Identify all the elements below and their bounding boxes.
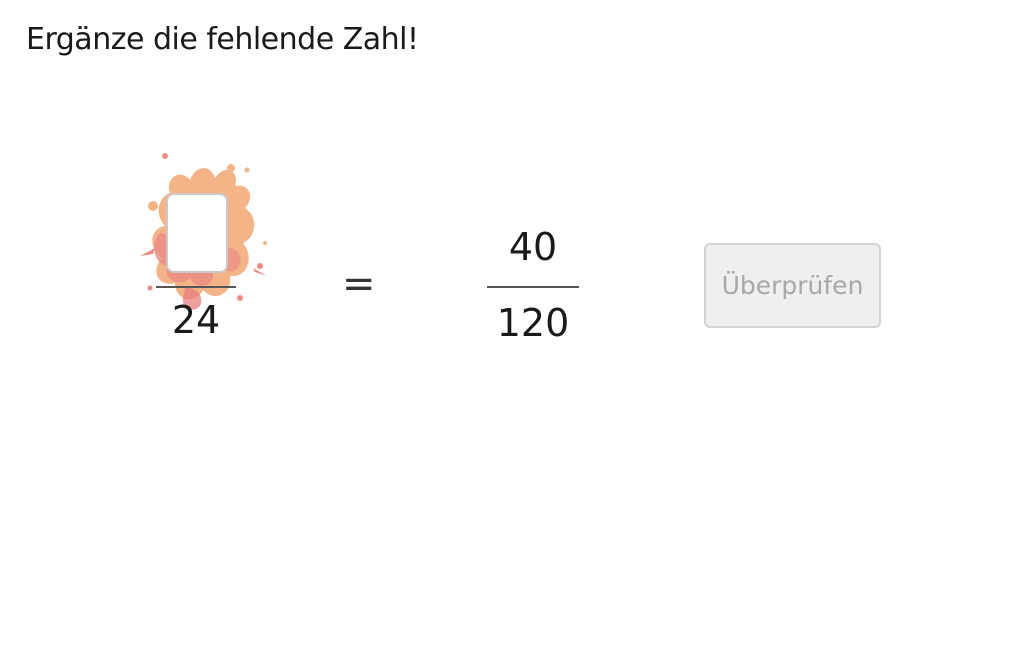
check-button[interactable]: Überprüfen: [704, 243, 881, 328]
right-fraction-bar: [487, 286, 579, 288]
right-numerator: 40: [508, 225, 558, 269]
right-denominator: 120: [496, 301, 570, 345]
fraction-exercise: 24 = 40 120 Überprüfen: [0, 0, 1032, 645]
equals-sign: =: [342, 261, 376, 307]
left-denominator: 24: [171, 298, 221, 342]
missing-numerator-input[interactable]: [166, 193, 228, 273]
left-fraction-bar: [156, 286, 236, 288]
